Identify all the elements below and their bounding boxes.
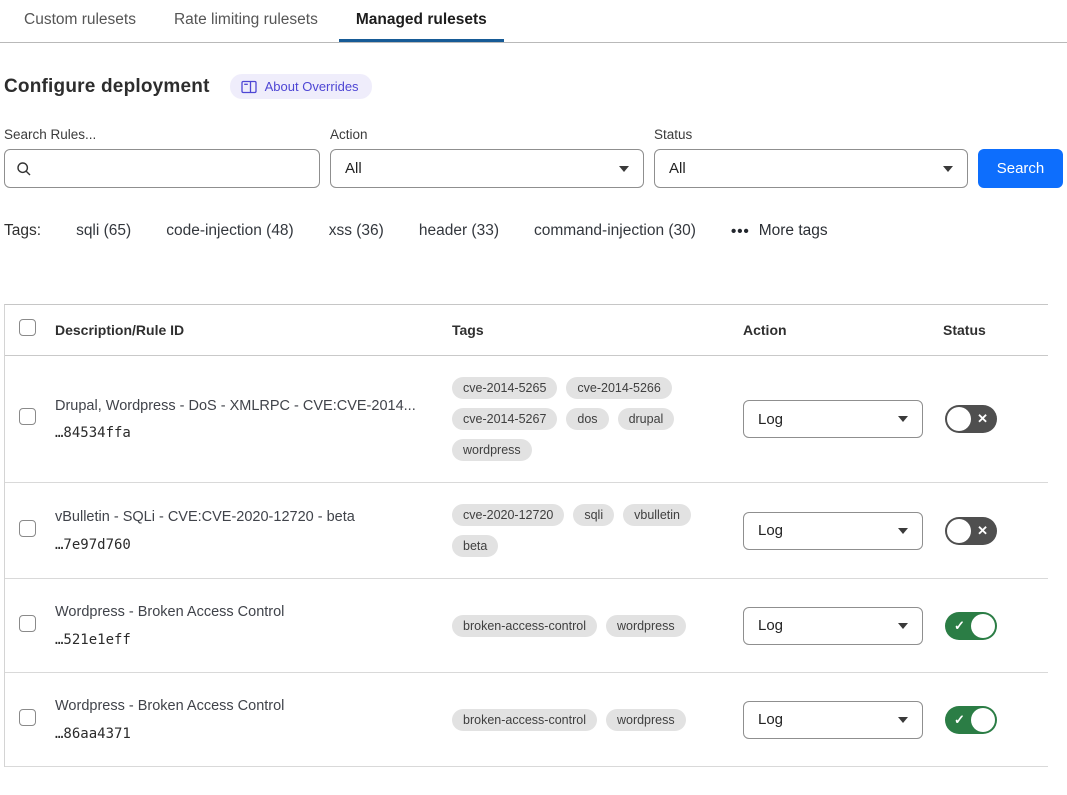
- rule-id: …7e97d760: [55, 537, 426, 553]
- search-button[interactable]: Search: [978, 149, 1063, 188]
- tag-filter-link[interactable]: header (33): [419, 222, 499, 240]
- status-filter-label: Status: [654, 127, 968, 142]
- more-tags-label: More tags: [759, 222, 828, 240]
- book-icon: [241, 80, 257, 94]
- rule-status-toggle[interactable]: ✓: [945, 612, 997, 640]
- action-filter-select[interactable]: All: [330, 149, 644, 188]
- page-title: Configure deployment: [4, 76, 210, 98]
- row-checkbox[interactable]: [19, 520, 36, 537]
- tag-pill: dos: [566, 408, 608, 430]
- rule-status-toggle[interactable]: ✕: [945, 517, 997, 545]
- rule-status-toggle[interactable]: ✓: [945, 706, 997, 734]
- status-filter-value: All: [669, 160, 686, 177]
- tag-pill: cve-2014-5267: [452, 408, 557, 430]
- rule-description: Drupal, Wordpress - DoS - XMLRPC - CVE:C…: [55, 397, 426, 417]
- rule-tags: broken-access-control wordpress: [452, 615, 694, 637]
- col-description: Description/Rule ID: [55, 322, 452, 338]
- chevron-down-icon: [898, 623, 908, 629]
- tag-pill: broken-access-control: [452, 615, 597, 637]
- rule-description: Wordpress - Broken Access Control: [55, 697, 426, 717]
- ellipsis-icon: •••: [731, 224, 750, 239]
- about-overrides-badge[interactable]: About Overrides: [230, 74, 372, 99]
- rule-description: vBulletin - SQLi - CVE:CVE-2020-12720 - …: [55, 508, 426, 528]
- rule-tags: broken-access-control wordpress: [452, 709, 694, 731]
- rule-action-select[interactable]: Log: [743, 607, 923, 645]
- search-rules-input[interactable]: [4, 149, 320, 188]
- toggle-knob: [971, 614, 995, 638]
- chevron-down-icon: [898, 717, 908, 723]
- status-filter-select[interactable]: All: [654, 149, 968, 188]
- tag-filter-link[interactable]: code-injection (48): [166, 222, 294, 240]
- rule-action-value: Log: [758, 411, 783, 428]
- tag-pill: cve-2020-12720: [452, 504, 564, 526]
- tag-pill: cve-2014-5265: [452, 377, 557, 399]
- tag-pill: wordpress: [452, 439, 532, 461]
- x-icon: ✕: [977, 405, 988, 433]
- tag-filter-link[interactable]: sqli (65): [76, 222, 131, 240]
- tag-filter-link[interactable]: xss (36): [329, 222, 384, 240]
- table-row: Wordpress - Broken Access Control …521e1…: [5, 579, 1048, 673]
- rule-id: …521e1eff: [55, 632, 426, 648]
- chevron-down-icon: [619, 166, 629, 172]
- rule-action-value: Log: [758, 711, 783, 728]
- rule-id: …86aa4371: [55, 726, 426, 742]
- rule-action-select[interactable]: Log: [743, 400, 923, 438]
- toggle-knob: [947, 407, 971, 431]
- tag-pill: wordpress: [606, 709, 686, 731]
- tab-rate-limiting-rulesets[interactable]: Rate limiting rulesets: [174, 1, 318, 42]
- tags-bar-label: Tags:: [4, 222, 41, 240]
- about-overrides-label: About Overrides: [265, 79, 359, 94]
- rule-tags: cve-2020-12720 sqli vbulletin beta: [452, 504, 694, 557]
- col-status: Status: [943, 322, 1048, 338]
- x-icon: ✕: [977, 517, 988, 545]
- toggle-knob: [971, 708, 995, 732]
- tab-managed-rulesets[interactable]: Managed rulesets: [356, 1, 487, 42]
- col-action: Action: [743, 322, 943, 338]
- action-filter-value: All: [345, 160, 362, 177]
- search-rules-label: Search Rules...: [4, 127, 320, 142]
- more-tags-button[interactable]: ••• More tags: [731, 222, 828, 240]
- table-row: Drupal, Wordpress - DoS - XMLRPC - CVE:C…: [5, 356, 1048, 483]
- toggle-knob: [947, 519, 971, 543]
- rule-action-value: Log: [758, 522, 783, 539]
- action-filter-label: Action: [330, 127, 644, 142]
- ruleset-tabbar: Custom rulesets Rate limiting rulesets M…: [0, 0, 1067, 43]
- tag-pill: broken-access-control: [452, 709, 597, 731]
- check-icon: ✓: [954, 706, 965, 734]
- chevron-down-icon: [898, 416, 908, 422]
- tag-pill: beta: [452, 535, 498, 557]
- rule-tags: cve-2014-5265 cve-2014-5266 cve-2014-5267 d…: [452, 377, 694, 461]
- tag-pill: wordpress: [606, 615, 686, 637]
- col-tags: Tags: [452, 322, 743, 338]
- tag-pill: drupal: [618, 408, 675, 430]
- rule-status-toggle[interactable]: ✕: [945, 405, 997, 433]
- row-checkbox[interactable]: [19, 408, 36, 425]
- rule-description: Wordpress - Broken Access Control: [55, 603, 426, 623]
- rule-action-value: Log: [758, 617, 783, 634]
- tag-pill: vbulletin: [623, 504, 691, 526]
- select-all-checkbox[interactable]: [19, 319, 36, 336]
- table-row: vBulletin - SQLi - CVE:CVE-2020-12720 - …: [5, 483, 1048, 579]
- chevron-down-icon: [898, 528, 908, 534]
- tag-pill: sqli: [573, 504, 614, 526]
- table-row: Wordpress - Broken Access Control …86aa4…: [5, 673, 1048, 767]
- tag-pill: cve-2014-5266: [566, 377, 671, 399]
- tag-filter-link[interactable]: command-injection (30): [534, 222, 696, 240]
- table-header-row: Description/Rule ID Tags Action Status: [5, 305, 1048, 356]
- rule-id: …84534ffa: [55, 425, 426, 441]
- chevron-down-icon: [943, 166, 953, 172]
- check-icon: ✓: [954, 612, 965, 640]
- rule-action-select[interactable]: Log: [743, 512, 923, 550]
- tab-custom-rulesets[interactable]: Custom rulesets: [24, 1, 136, 42]
- row-checkbox[interactable]: [19, 615, 36, 632]
- rule-action-select[interactable]: Log: [743, 701, 923, 739]
- row-checkbox[interactable]: [19, 709, 36, 726]
- managed-rules-table: Description/Rule ID Tags Action Status D…: [4, 304, 1048, 767]
